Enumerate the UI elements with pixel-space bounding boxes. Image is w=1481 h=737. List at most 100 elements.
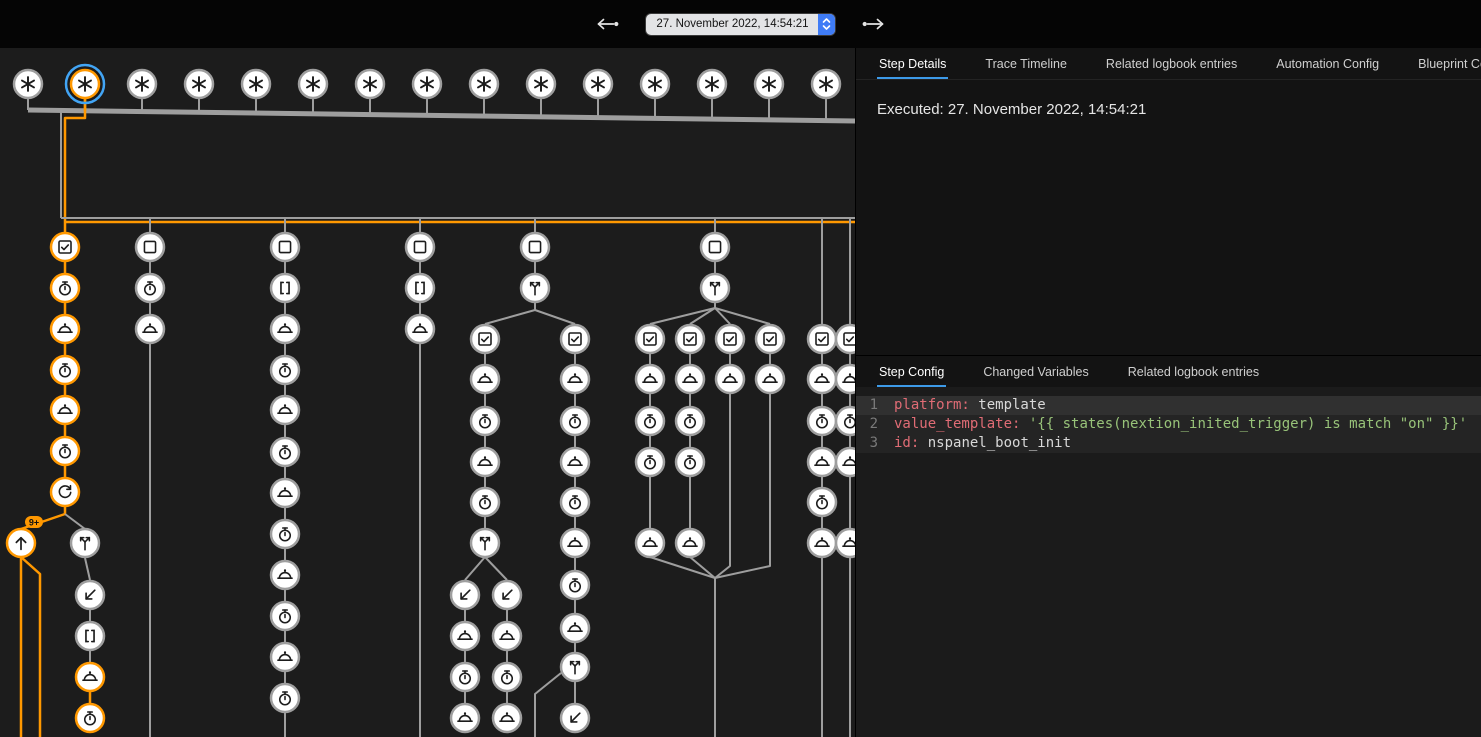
graph-node-room-service[interactable] <box>471 365 499 393</box>
graph-node-timer[interactable] <box>561 571 589 599</box>
graph-node-room-service[interactable] <box>406 315 434 343</box>
graph-node-room-service[interactable] <box>271 561 299 589</box>
graph-node-timer[interactable] <box>676 448 704 476</box>
graph-node-room-service[interactable] <box>808 448 836 476</box>
graph-node-timer[interactable] <box>836 407 855 435</box>
details-tab-step-details[interactable]: Step Details <box>877 48 948 79</box>
graph-node-room-service[interactable] <box>271 315 299 343</box>
graph-node-timer[interactable] <box>136 274 164 302</box>
graph-node-split[interactable] <box>561 653 589 681</box>
graph-node-asterisk[interactable] <box>755 70 783 98</box>
graph-node-timer[interactable] <box>493 663 521 691</box>
graph-node-room-service[interactable] <box>561 614 589 642</box>
graph-node-room-service[interactable] <box>636 529 664 557</box>
graph-node-checkbox-marked[interactable] <box>561 325 589 353</box>
graph-node-checkbox-marked[interactable] <box>676 325 704 353</box>
graph-node-asterisk[interactable] <box>128 70 156 98</box>
graph-node-room-service[interactable] <box>451 622 479 650</box>
config-tab-step-config[interactable]: Step Config <box>877 356 946 387</box>
graph-node-room-service[interactable] <box>756 365 784 393</box>
graph-node-room-service[interactable] <box>561 365 589 393</box>
graph-node-asterisk[interactable] <box>14 70 42 98</box>
graph-node-asterisk[interactable] <box>242 70 270 98</box>
graph-node-room-service[interactable] <box>493 704 521 732</box>
config-tab-changed-variables[interactable]: Changed Variables <box>981 356 1090 387</box>
graph-node-room-service[interactable] <box>561 529 589 557</box>
graph-node-timer[interactable] <box>51 437 79 465</box>
graph-node-brackets[interactable] <box>406 274 434 302</box>
graph-node-asterisk[interactable] <box>299 70 327 98</box>
graph-node-refresh[interactable] <box>51 478 79 506</box>
graph-node-timer[interactable] <box>561 488 589 516</box>
graph-node-room-service[interactable] <box>471 448 499 476</box>
graph-node-room-service[interactable] <box>808 529 836 557</box>
graph-node-timer[interactable] <box>808 407 836 435</box>
graph-node-timer[interactable] <box>271 602 299 630</box>
graph-node-checkbox-marked[interactable] <box>836 325 855 353</box>
graph-node-brackets[interactable] <box>271 274 299 302</box>
graph-node-checkbox-marked[interactable] <box>51 233 79 261</box>
graph-node-timer[interactable] <box>76 704 104 732</box>
graph-node-timer[interactable] <box>808 488 836 516</box>
graph-node-room-service[interactable] <box>51 396 79 424</box>
graph-node-room-service[interactable] <box>836 529 855 557</box>
graph-node-room-service[interactable] <box>51 315 79 343</box>
yaml-code-block[interactable]: 1platform: template2value_template: '{{ … <box>856 387 1481 737</box>
graph-node-timer[interactable] <box>51 356 79 384</box>
graph-node-asterisk[interactable] <box>698 70 726 98</box>
graph-node-timer[interactable] <box>271 438 299 466</box>
graph-node-room-service[interactable] <box>636 365 664 393</box>
graph-node-room-service[interactable] <box>136 315 164 343</box>
graph-node-split[interactable] <box>701 274 729 302</box>
graph-node-room-service[interactable] <box>493 622 521 650</box>
graph-node-asterisk[interactable] <box>185 70 213 98</box>
graph-node-timer[interactable] <box>271 356 299 384</box>
graph-node-asterisk[interactable] <box>356 70 384 98</box>
graph-node-checkbox-blank[interactable] <box>136 233 164 261</box>
graph-node-timer[interactable] <box>471 488 499 516</box>
graph-node-split[interactable] <box>521 274 549 302</box>
graph-node-asterisk[interactable] <box>584 70 612 98</box>
graph-node-checkbox-marked[interactable] <box>808 325 836 353</box>
graph-node-timer[interactable] <box>561 407 589 435</box>
graph-node-room-service[interactable] <box>271 643 299 671</box>
graph-node-timer[interactable] <box>471 407 499 435</box>
graph-node-asterisk[interactable] <box>470 70 498 98</box>
graph-node-room-service[interactable] <box>676 529 704 557</box>
graph-node-room-service[interactable] <box>271 479 299 507</box>
graph-node-asterisk[interactable] <box>66 65 104 103</box>
graph-node-room-service[interactable] <box>716 365 744 393</box>
graph-node-room-service[interactable] <box>808 365 836 393</box>
graph-node-checkbox-blank[interactable] <box>701 233 729 261</box>
graph-node-checkbox-marked[interactable] <box>636 325 664 353</box>
graph-node-timer[interactable] <box>636 407 664 435</box>
graph-node-asterisk[interactable] <box>641 70 669 98</box>
graph-node-arrow-up[interactable]: 9+ <box>7 516 43 557</box>
graph-node-timer[interactable] <box>271 520 299 548</box>
previous-run-button[interactable] <box>588 14 626 34</box>
graph-node-arrow-bottom-left[interactable] <box>451 581 479 609</box>
graph-node-checkbox-marked[interactable] <box>756 325 784 353</box>
next-run-button[interactable] <box>855 14 893 34</box>
graph-node-arrow-bottom-left[interactable] <box>493 581 521 609</box>
graph-node-room-service[interactable] <box>561 448 589 476</box>
graph-node-brackets[interactable] <box>76 622 104 650</box>
graph-node-split[interactable] <box>471 529 499 557</box>
run-picker[interactable]: 27. November 2022, 14:54:21 <box>646 14 834 35</box>
details-tab-related-logbook-entries[interactable]: Related logbook entries <box>1104 48 1239 79</box>
graph-node-checkbox-blank[interactable] <box>521 233 549 261</box>
graph-node-checkbox-blank[interactable] <box>406 233 434 261</box>
graph-node-asterisk[interactable] <box>413 70 441 98</box>
graph-node-checkbox-blank[interactable] <box>271 233 299 261</box>
details-tab-trace-timeline[interactable]: Trace Timeline <box>983 48 1069 79</box>
graph-node-room-service[interactable] <box>271 396 299 424</box>
graph-node-room-service[interactable] <box>676 365 704 393</box>
graph-node-split[interactable] <box>71 529 99 557</box>
graph-node-timer[interactable] <box>676 407 704 435</box>
graph-node-checkbox-marked[interactable] <box>716 325 744 353</box>
details-tab-blueprint-config[interactable]: Blueprint Config <box>1416 48 1481 79</box>
graph-node-room-service[interactable] <box>836 448 855 476</box>
graph-node-timer[interactable] <box>271 684 299 712</box>
config-tab-related-logbook-entries[interactable]: Related logbook entries <box>1126 356 1261 387</box>
graph-node-timer[interactable] <box>451 663 479 691</box>
